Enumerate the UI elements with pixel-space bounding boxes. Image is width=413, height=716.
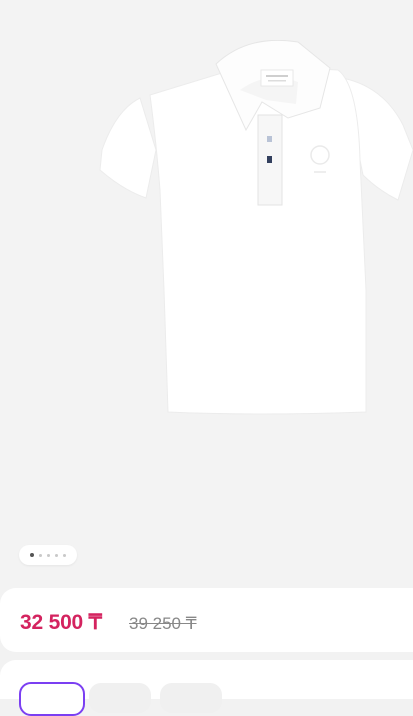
- product-image[interactable]: [98, 40, 413, 415]
- variant-swatch[interactable]: [160, 683, 222, 713]
- pagination-dot[interactable]: [63, 553, 66, 557]
- pagination-dot[interactable]: [47, 553, 50, 557]
- old-price: 39 250 ₸: [129, 614, 197, 633]
- pagination-dot[interactable]: [39, 553, 42, 557]
- variant-swatch-selected[interactable]: [19, 682, 85, 716]
- gallery-pagination[interactable]: [19, 545, 77, 565]
- product-gallery[interactable]: [0, 0, 413, 590]
- current-price: 32 500 ₸: [20, 611, 102, 634]
- variant-swatch[interactable]: [89, 683, 151, 713]
- pagination-dot-active[interactable]: [30, 553, 34, 557]
- pagination-dot[interactable]: [55, 553, 58, 557]
